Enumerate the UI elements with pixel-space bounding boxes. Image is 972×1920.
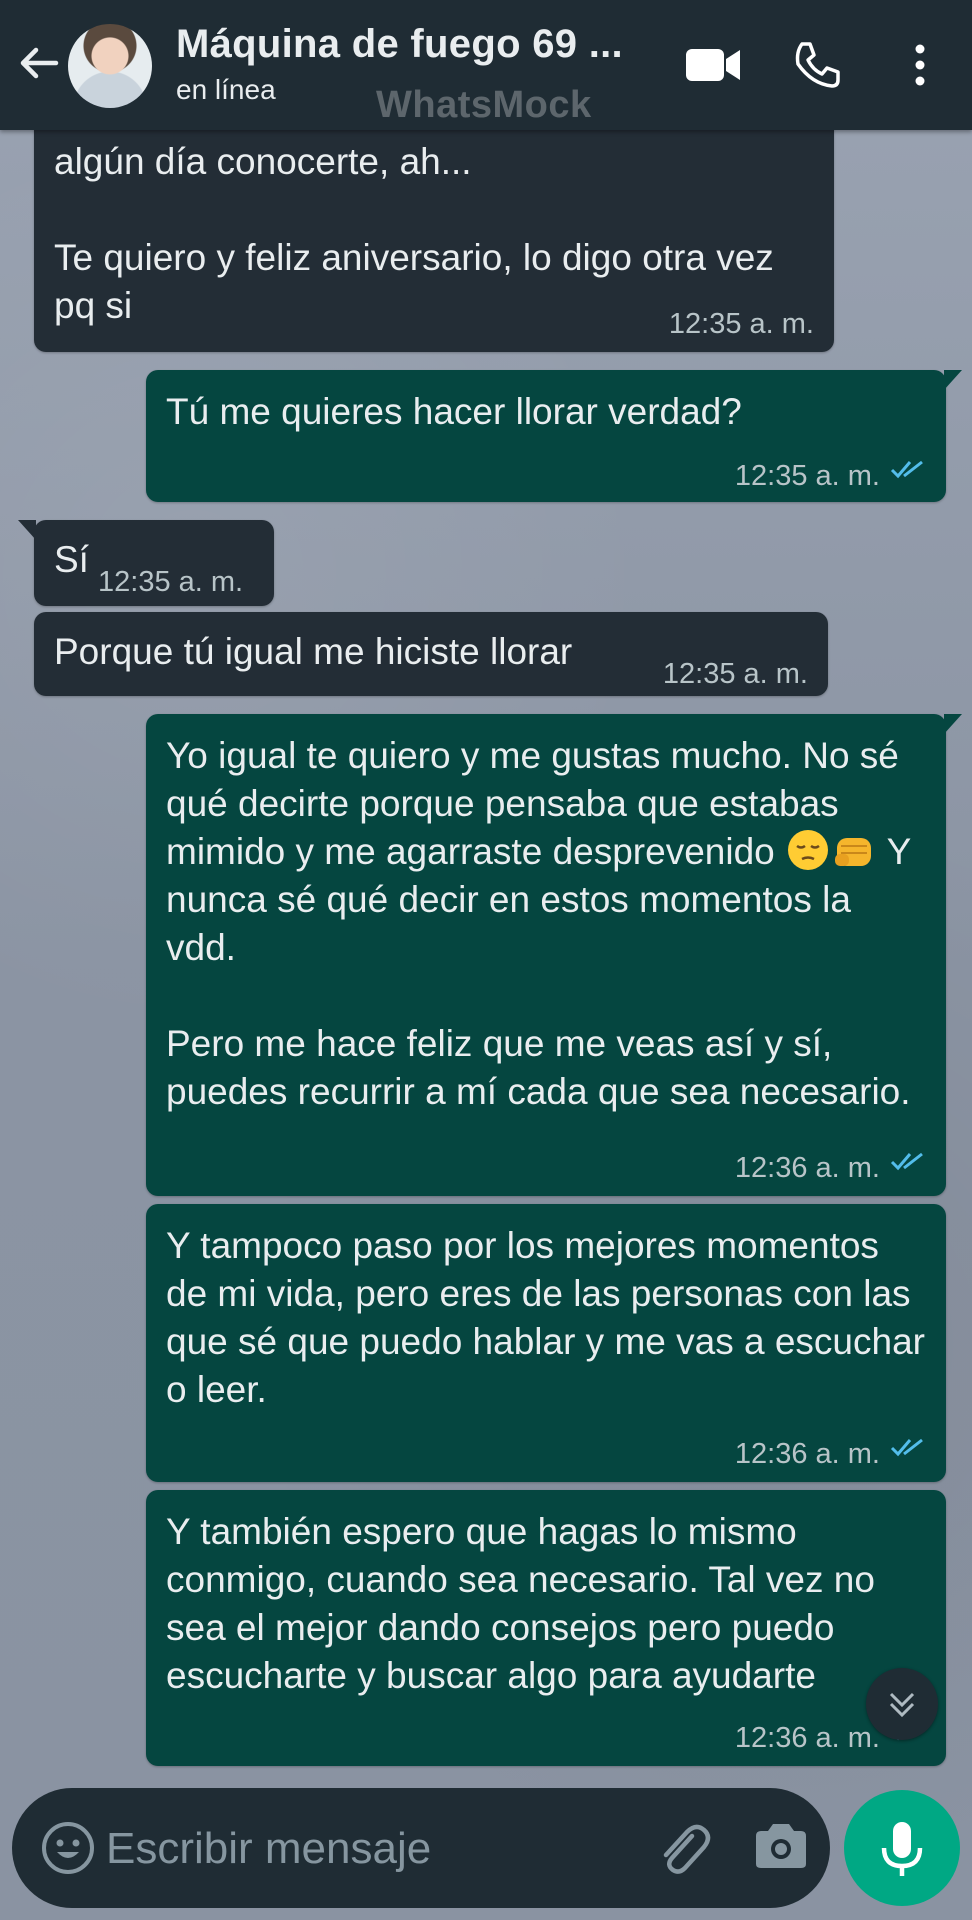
read-receipt-icon bbox=[890, 1438, 923, 1457]
emoji-icon[interactable] bbox=[38, 1818, 98, 1878]
contact-status: en línea bbox=[176, 74, 276, 105]
back-arrow-icon[interactable] bbox=[14, 38, 64, 88]
bubble-tail bbox=[944, 370, 962, 390]
message-bubble-outgoing[interactable]: Y también espero que hagas lo mismo conm… bbox=[146, 1490, 946, 1766]
message-time: 12:36 a. m. bbox=[734, 1152, 880, 1184]
message-time: 12:36 a. m. bbox=[734, 1722, 880, 1754]
message-text: Y también espero que hagas lo mismo conm… bbox=[166, 1511, 886, 1696]
oncoming-fist-emoji bbox=[835, 838, 872, 866]
attach-icon[interactable] bbox=[652, 1814, 712, 1878]
more-options-icon[interactable] bbox=[900, 40, 940, 90]
message-text: Tú me quieres hacer llorar verdad? bbox=[166, 391, 742, 432]
message-time: 12:35 a. m. bbox=[734, 460, 880, 492]
message-composer bbox=[12, 1788, 830, 1908]
read-receipt-icon bbox=[890, 460, 923, 479]
watermark: WhatsMock bbox=[376, 84, 592, 126]
message-time: 12:35 a. m. bbox=[668, 308, 814, 340]
contact-name[interactable]: Máquina de fuego 69 ... bbox=[176, 22, 623, 67]
message-bubble-outgoing[interactable]: Tú me quieres hacer llorar verdad? 12:35… bbox=[146, 370, 962, 502]
double-chevron-down-icon bbox=[889, 1692, 915, 1718]
message-text: Sí bbox=[54, 539, 89, 580]
message-text-part: Y nunca sé qué decir en estos momentos l… bbox=[166, 831, 911, 1112]
camera-icon[interactable] bbox=[752, 1816, 810, 1876]
bubble-tail bbox=[18, 520, 36, 540]
message-text: Porque tú igual me hiciste llorar bbox=[54, 631, 573, 672]
mic-button[interactable] bbox=[844, 1790, 960, 1906]
video-call-icon[interactable] bbox=[684, 40, 742, 90]
message-time: 12:35 a. m. bbox=[662, 658, 808, 690]
message-bubble-incoming[interactable]: Porque tú igual me hiciste llorar 12:35 … bbox=[34, 612, 828, 696]
message-bubble-outgoing[interactable]: Yo igual te quiero y me gustas mucho. No… bbox=[146, 714, 962, 1196]
message-bubble-incoming[interactable]: Sí 12:35 a. m. bbox=[18, 520, 274, 606]
message-bubble-outgoing[interactable]: Y tampoco paso por los mejores momentos … bbox=[146, 1204, 946, 1482]
contact-avatar[interactable] bbox=[68, 24, 152, 108]
message-text: Y tampoco paso por los mejores momentos … bbox=[166, 1225, 936, 1410]
mic-icon bbox=[881, 1822, 923, 1876]
voice-call-icon[interactable] bbox=[792, 40, 842, 90]
bubble-tail bbox=[944, 714, 962, 734]
message-text: Yo igual te quiero y me gustas mucho. No… bbox=[166, 732, 926, 1116]
pensive-face-emoji bbox=[788, 830, 829, 870]
message-time: 12:35 a. m. bbox=[98, 566, 244, 598]
read-receipt-icon bbox=[890, 1152, 923, 1171]
scroll-to-bottom-button[interactable] bbox=[866, 1668, 938, 1740]
message-input[interactable] bbox=[104, 1812, 648, 1886]
message-time: 12:36 a. m. bbox=[734, 1438, 880, 1470]
